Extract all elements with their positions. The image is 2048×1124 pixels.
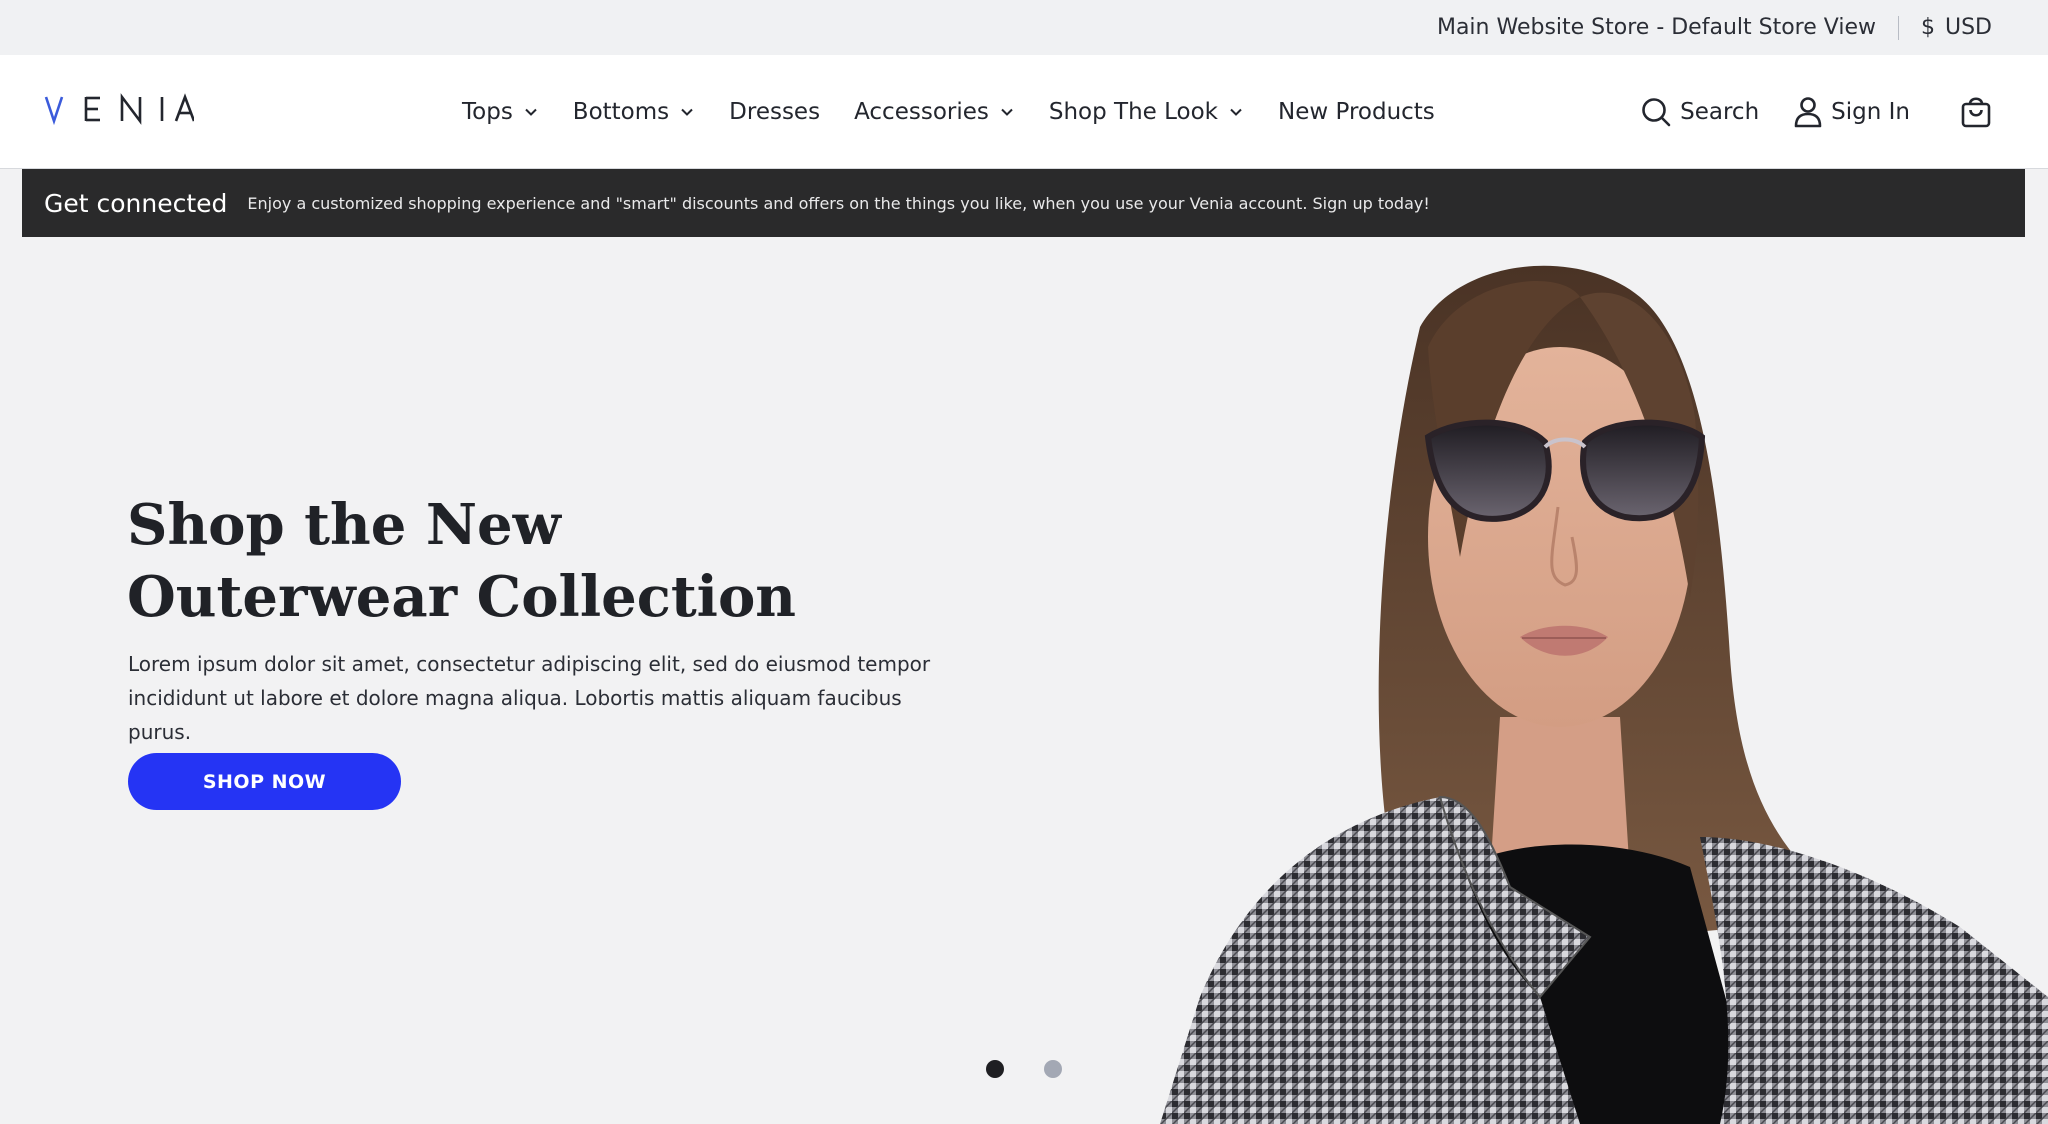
- nav-item-bottoms[interactable]: Bottoms: [573, 99, 695, 125]
- chevron-down-icon: [999, 104, 1015, 120]
- sign-in-button[interactable]: Sign In: [1793, 96, 1910, 128]
- nav-label: Tops: [462, 99, 513, 125]
- carousel-dot-2[interactable]: [1044, 1060, 1062, 1078]
- banner-text: Enjoy a customized shopping experience a…: [247, 193, 1430, 213]
- site-header: Tops Bottoms Dresses Accessories Shop Th…: [0, 55, 2048, 169]
- hero-heading-line: Shop the New: [127, 492, 561, 558]
- currency-switcher[interactable]: $ USD: [1921, 15, 1992, 40]
- hero-heading-line: Outerwear Collection: [127, 564, 797, 630]
- topbar-divider: [1897, 15, 1899, 40]
- nav-item-shop-the-look[interactable]: Shop The Look: [1049, 99, 1244, 125]
- search-button[interactable]: Search: [1640, 96, 1759, 128]
- venia-logo-mark: [44, 93, 194, 126]
- nav-label: Dresses: [729, 99, 821, 125]
- hero-carousel: Shop the New Outerwear Collection Lorem …: [0, 237, 2048, 1124]
- nav-label: Accessories: [854, 99, 989, 125]
- shop-now-button[interactable]: SHOP NOW: [128, 753, 401, 810]
- hero-description: Lorem ipsum dolor sit amet, consectetur …: [128, 647, 948, 749]
- nav-label: Bottoms: [572, 99, 670, 125]
- nav-label: Shop The Look: [1048, 99, 1218, 125]
- model-illustration: [1160, 265, 2048, 1124]
- carousel-dot-1[interactable]: [986, 1060, 1004, 1078]
- hero-description-line: incididunt ut labore et dolore magna ali…: [128, 686, 902, 744]
- shopping-bag-icon: [1961, 97, 1991, 128]
- main-navigation: Tops Bottoms Dresses Accessories Shop Th…: [462, 55, 1435, 169]
- currency-code: USD: [1944, 15, 1992, 40]
- search-label: Search: [1680, 99, 1760, 125]
- hero-description-line: Lorem ipsum dolor sit amet, consectetur …: [128, 652, 931, 676]
- nav-item-dresses[interactable]: Dresses: [729, 99, 820, 125]
- banner-title: Get connected: [44, 188, 228, 218]
- cart-button[interactable]: [1960, 96, 1992, 128]
- hero-model-image: [1160, 237, 2048, 1124]
- venia-logo[interactable]: [44, 91, 194, 127]
- chevron-down-icon: [679, 104, 695, 120]
- header-actions: Search Sign In: [1640, 55, 2048, 169]
- store-view-switcher[interactable]: Main Website Store - Default Store View: [1437, 15, 1876, 40]
- currency-symbol: $: [1920, 15, 1935, 40]
- chevron-down-icon: [523, 104, 539, 120]
- chevron-down-icon: [1228, 104, 1244, 120]
- hero-heading: Shop the New Outerwear Collection: [127, 489, 887, 633]
- sign-in-label: Sign In: [1831, 99, 1910, 125]
- nav-item-tops[interactable]: Tops: [462, 99, 539, 125]
- get-connected-banner[interactable]: Get connected Enjoy a customized shoppin…: [22, 169, 2025, 237]
- nav-label: New Products: [1278, 99, 1435, 125]
- search-icon: [1642, 98, 1671, 127]
- store-switcher-bar: Main Website Store - Default Store View …: [0, 0, 2048, 55]
- carousel-dots: [986, 1060, 1062, 1078]
- nav-item-accessories[interactable]: Accessories: [854, 99, 1015, 125]
- user-icon: [1794, 97, 1822, 128]
- nav-item-new-products[interactable]: New Products: [1278, 99, 1435, 125]
